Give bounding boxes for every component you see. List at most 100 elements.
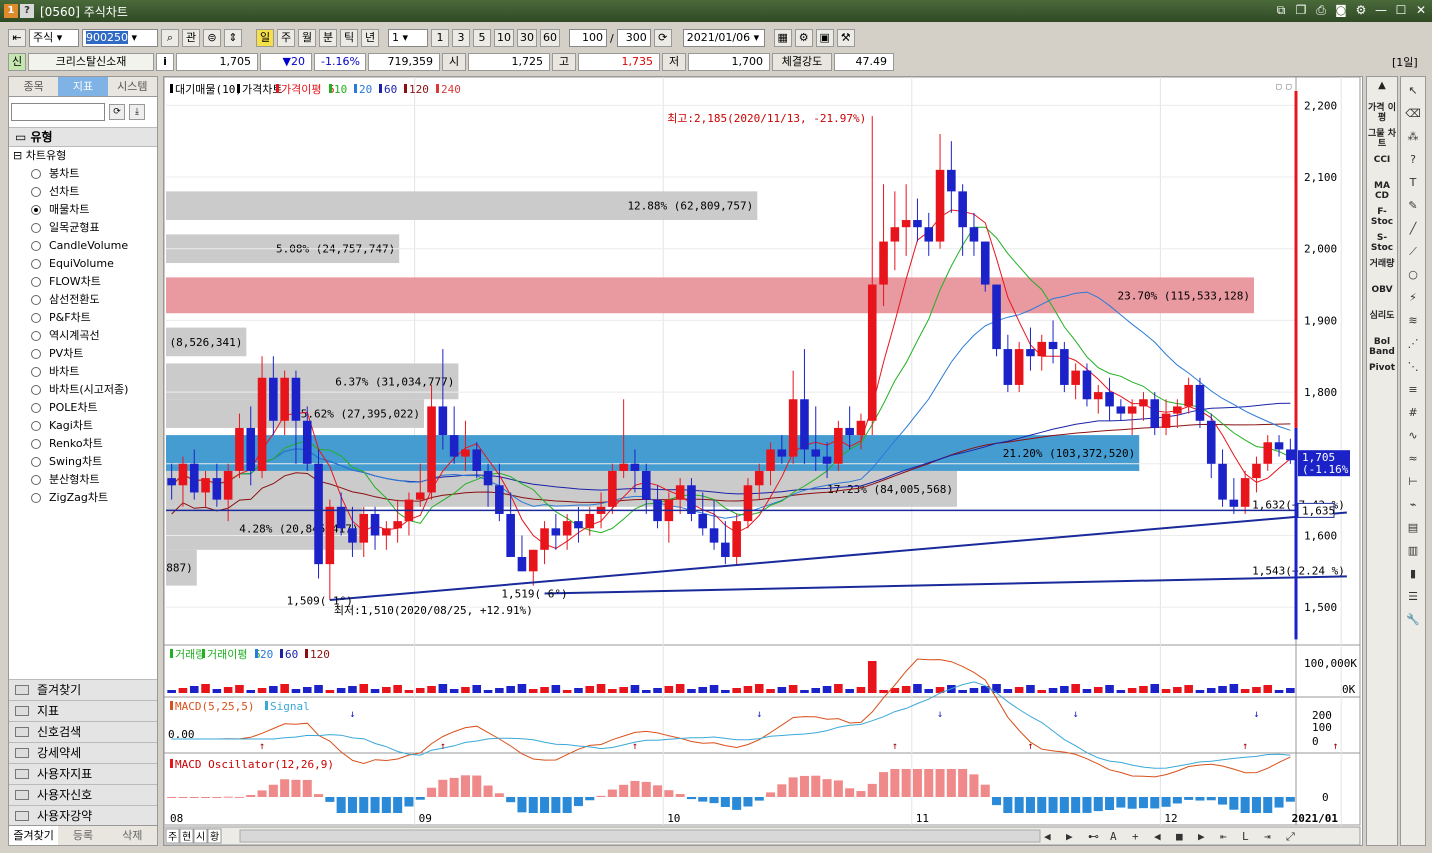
radio-icon[interactable] [31,169,41,179]
chart-type-item[interactable]: 삼선전환도 [9,291,157,309]
indicator-button[interactable]: 거래량 [1367,259,1397,281]
indicator-button[interactable]: Pivot [1367,363,1397,385]
chart-type-item[interactable]: Swing차트 [9,453,157,471]
save-icon[interactable]: ▣ [815,29,834,47]
nav-control-icon[interactable]: ⇥ [1264,830,1271,843]
indicator-button[interactable]: F-Stoc [1367,207,1397,229]
prev-stock-button[interactable]: ⇤ [8,29,26,47]
group-item[interactable]: 즐겨찾기 [9,679,157,700]
chart-type-item[interactable]: 역시계곡선 [9,327,157,345]
radio-icon[interactable] [31,475,41,485]
radio-icon[interactable] [31,493,41,503]
group-item[interactable]: 신호검색 [9,721,157,742]
nav-control-icon[interactable]: ⇤ [1220,830,1227,843]
print-icon[interactable]: ⎙ [1314,3,1328,17]
radio-icon[interactable] [31,403,41,413]
grid-icon[interactable]: # [1403,404,1423,422]
chart-type-item[interactable]: P&F차트 [9,309,157,327]
gear-icon[interactable]: ⚙ [1354,3,1368,17]
tab-indicator[interactable]: 지표 [58,77,108,96]
nav-control-icon[interactable]: ■ [1176,830,1183,843]
radio-icon[interactable] [31,331,41,341]
chart-type-item[interactable]: 바차트 [9,363,157,381]
auto-icon[interactable]: ⌁ [1403,496,1423,514]
question-icon[interactable]: ? [1403,151,1423,169]
zigzag-icon[interactable]: ≋ [1403,312,1423,330]
radio-icon[interactable] [31,439,41,449]
nav-control-icon[interactable]: ◀ [1154,830,1161,843]
list-icon[interactable]: ☰ [1403,588,1423,606]
layout-icon[interactable]: ▦ [773,29,792,47]
interval-select[interactable]: 1 ▾ [388,29,428,47]
chart-type-item[interactable]: 일목균형표 [9,219,157,237]
indicator-button[interactable]: Bol Band [1367,337,1397,359]
radio-icon[interactable] [31,187,41,197]
chart-svg[interactable]: 12.88% (62,809,757)5.08% (24,757,747)23.… [80,76,1362,846]
chart-type-item[interactable]: 바차트(시고저종) [9,381,157,399]
radio-icon[interactable] [31,349,41,359]
cursor-icon[interactable]: ↖ [1403,82,1423,100]
quick-3-button[interactable]: 3 [452,29,470,47]
tab-favorites[interactable]: 즐겨찾기 [9,826,59,845]
quick-5-button[interactable]: 5 [473,29,491,47]
ray-icon[interactable]: ⟋ [1403,243,1423,261]
tab-delete[interactable]: 삭제 [107,826,157,845]
count-input[interactable]: 100 [569,29,607,47]
pen-icon[interactable]: ✎ [1403,197,1423,215]
tab-stock[interactable]: 종목 [9,77,59,96]
chart-type-item[interactable]: POLE차트 [9,399,157,417]
chart-type-item[interactable]: FLOW차트 [9,273,157,291]
settings-icon[interactable]: ⚙ [794,29,813,47]
wrench-icon[interactable]: 🔧 [1403,611,1423,629]
chart-type-item[interactable]: 분산형차트 [9,471,157,489]
chart-type-item[interactable]: Renko차트 [9,435,157,453]
group-item[interactable]: 사용자강약 [9,805,157,826]
app-icon[interactable]: 1 [4,4,18,18]
quick-60-button[interactable]: 60 [540,29,560,47]
scroll-icon[interactable]: ⊜ [203,29,221,47]
chart-type-item[interactable]: 봉차트 [9,165,157,183]
chart-type-item[interactable]: 선차트 [9,183,157,201]
nav-control-icon[interactable]: ▶ [1066,830,1073,843]
radio-icon[interactable] [31,313,41,323]
indicator-button[interactable]: S-Stoc [1367,233,1397,255]
left-search-input[interactable] [11,103,105,121]
tree-root[interactable]: ⊟ 차트유형 [9,147,157,165]
total-input[interactable]: 300 [616,29,651,47]
measure-icon[interactable]: ⊢ [1403,473,1423,491]
period-year-button[interactable]: 년 [361,29,379,47]
help-icon[interactable]: ? [20,4,34,18]
indicator-button[interactable]: OBV [1367,285,1397,307]
chart-type-item[interactable]: PV차트 [9,345,157,363]
all-icon[interactable]: ⁂ [1403,128,1423,146]
nav-control-icon[interactable]: ⤢ [1286,830,1295,843]
radio-icon[interactable] [31,277,41,287]
tab-system[interactable]: 시스템 [107,77,157,96]
radio-icon[interactable] [31,421,41,431]
date-input[interactable]: 2021/01/06 ▾ [682,29,765,47]
nav-control-icon[interactable]: ⊷ [1088,830,1099,843]
scroll-up-icon[interactable]: ▲ [1367,81,1397,99]
nav-control-icon[interactable]: A [1110,830,1117,843]
nav-control-icon[interactable]: ▶ [1198,830,1205,843]
radio-icon[interactable] [31,223,41,233]
stock-code-input[interactable]: 900250 ▾ [82,29,158,47]
radio-icon[interactable] [31,241,41,251]
section-header[interactable]: ▭ 유형 [9,127,157,147]
tools-icon[interactable]: ⚒ [836,29,855,47]
close-icon[interactable]: ✕ [1414,3,1428,17]
link-icon[interactable]: ⧉ [1274,3,1288,17]
chart-area[interactable]: 12.88% (62,809,757) 5.08% (24,757,747) 23.… [80,76,1363,846]
nav-control-icon[interactable]: ◀ [1044,830,1051,843]
period-tick-button[interactable]: 틱 [340,29,358,47]
chart-type-item[interactable]: CandleVolume [9,237,157,255]
line-icon[interactable]: ╱ [1403,220,1423,238]
group-item[interactable]: 사용자신호 [9,784,157,805]
gann-icon[interactable]: ⋰ [1403,335,1423,353]
indicator-button[interactable]: 가격 이평 [1367,103,1397,125]
group-item[interactable]: 강세약세 [9,742,157,763]
radio-icon[interactable] [31,205,41,215]
search-icon[interactable]: ⌕ [161,29,179,47]
tab-register[interactable]: 등록 [58,826,108,845]
chart-type-item[interactable]: EquiVolume [9,255,157,273]
